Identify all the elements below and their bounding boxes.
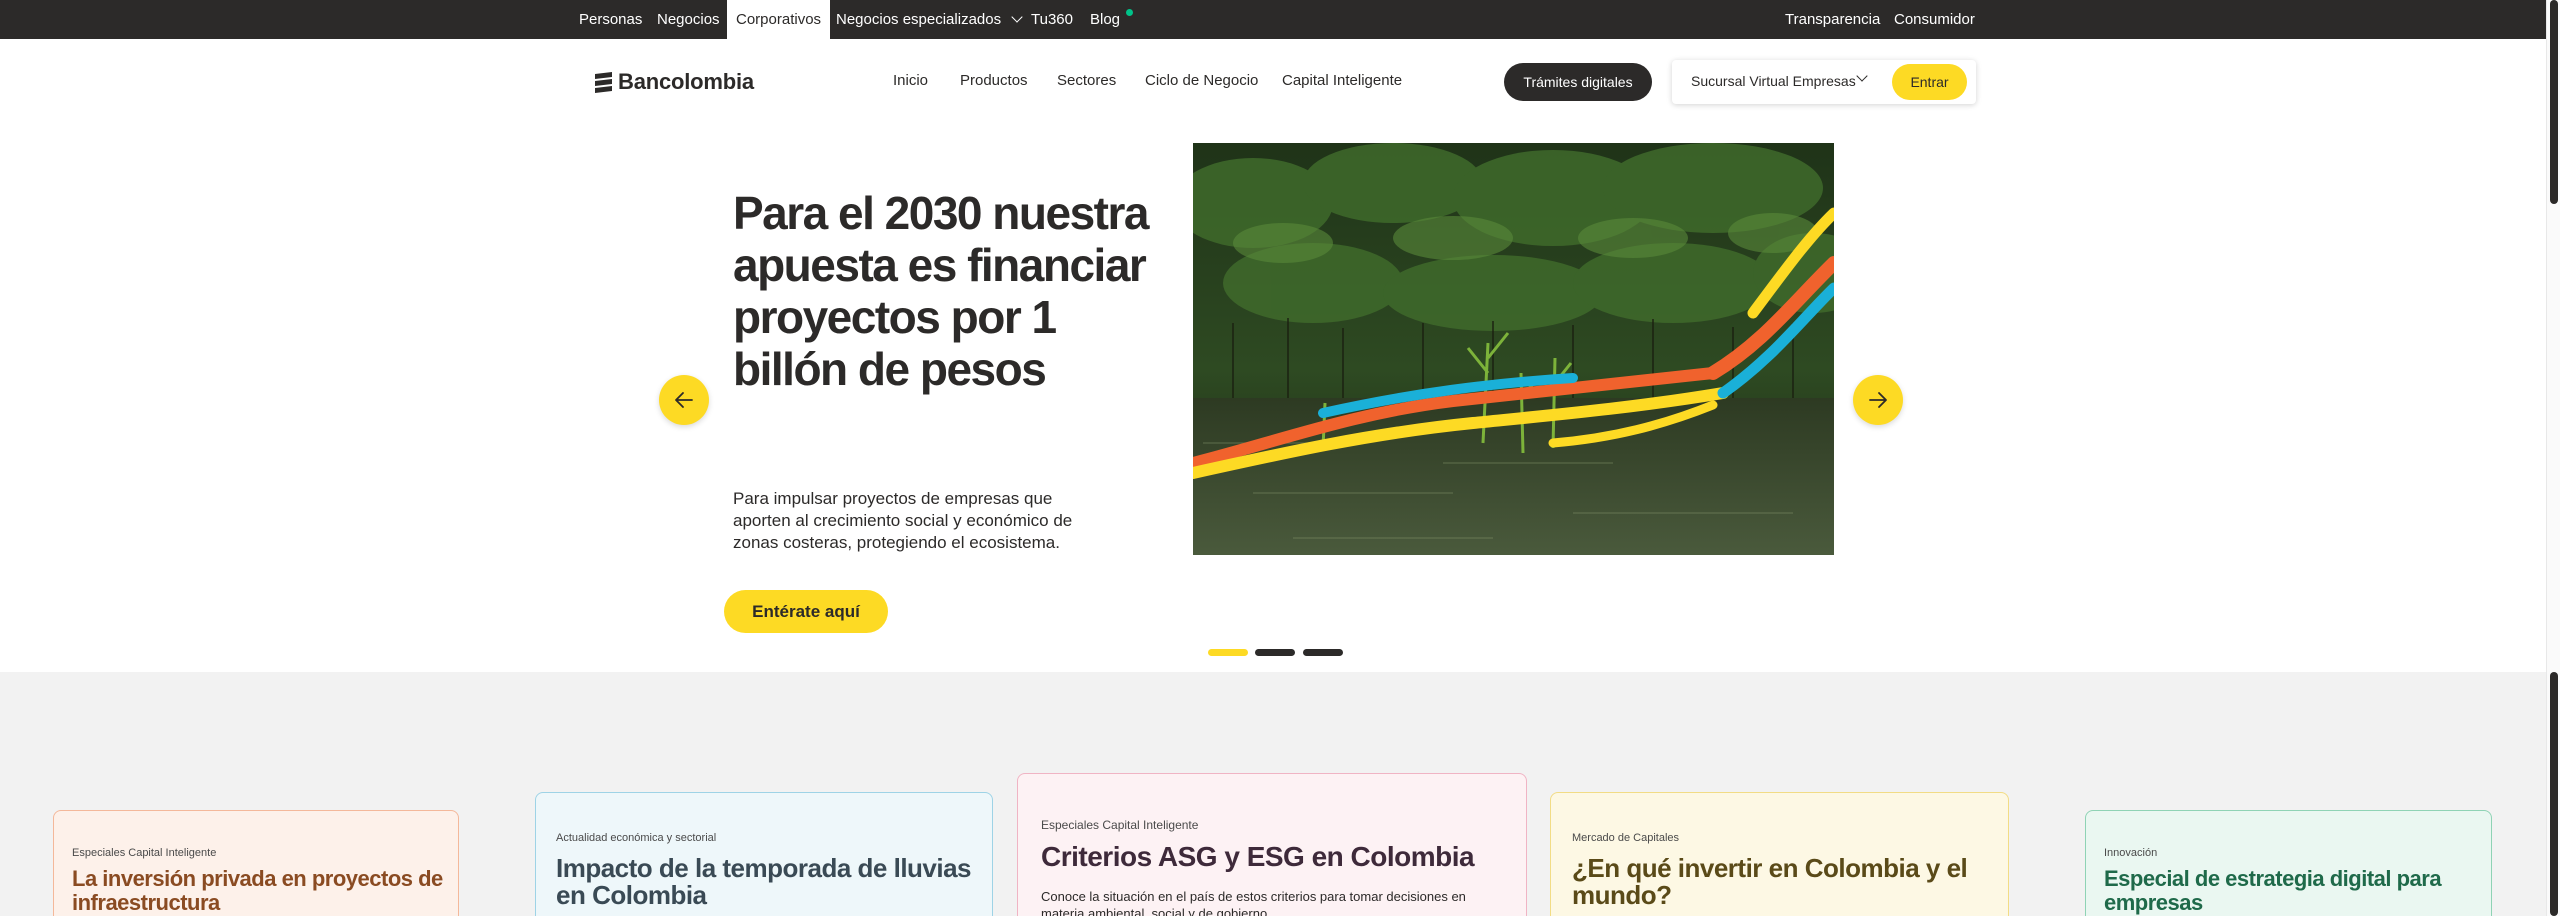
card-title[interactable]: Impacto de la temporada de lluvias en Co… [556, 855, 986, 909]
segment-negocios-especializados-label: Negocios especializados [836, 11, 1002, 28]
carousel-prev-button[interactable] [659, 375, 709, 425]
page-scrollbar[interactable] [2546, 0, 2560, 916]
logo-text: Bancolombia [618, 69, 754, 94]
article-card-invertir[interactable]: Mercado de Capitales ¿En qué invertir en… [1550, 792, 2009, 916]
card-category: Actualidad económica y sectorial [556, 832, 717, 844]
card-title[interactable]: Especial de estrategia digital para empr… [2104, 867, 2484, 915]
article-card-infraestructura[interactable]: Especiales Capital Inteligente La invers… [53, 810, 459, 916]
hero-title: Para el 2030 nuestra apuesta es financia… [733, 187, 1149, 395]
nav-ciclo-de-negocio[interactable]: Ciclo de Negocio [1145, 72, 1258, 89]
card-title[interactable]: ¿En qué invertir en Colombia y el mundo? [1572, 855, 2002, 909]
card-category: Especiales Capital Inteligente [1041, 818, 1199, 832]
chevron-down-icon [1011, 11, 1023, 23]
segment-negocios-especializados[interactable]: Negocios especializados [836, 0, 1023, 39]
card-category: Innovación [2104, 847, 2158, 859]
carousel-next-button[interactable] [1853, 375, 1903, 425]
segment-tu360[interactable]: Tu360 [1031, 0, 1073, 39]
segment-personas[interactable]: Personas [579, 0, 642, 39]
article-card-lluvias[interactable]: Actualidad económica y sectorial Impacto… [535, 792, 993, 916]
article-card-estrategia-digital[interactable]: Innovación Especial de estrategia digita… [2085, 810, 2492, 916]
segment-corporativos[interactable]: Corporativos [727, 0, 831, 39]
card-category: Mercado de Capitales [1572, 832, 1680, 844]
segment-bar: Personas Negocios Corporativos Negocios … [0, 0, 2560, 39]
hero-carousel: Para el 2030 nuestra apuesta es financia… [0, 125, 2560, 672]
main-header: Bancolombia Inicio Productos Sectores Ci… [0, 39, 2560, 125]
nav-inicio[interactable]: Inicio [893, 72, 928, 89]
card-description: Conoce la situación en el país de estos … [1041, 889, 1466, 916]
carousel-dot-1[interactable] [1208, 649, 1248, 656]
sucursal-virtual-box: Sucursal Virtual Empresas Entrar [1672, 60, 1976, 104]
bancolombia-logo[interactable]: Bancolombia [592, 69, 754, 95]
scrollbar-thumb[interactable] [2550, 0, 2558, 204]
link-consumidor[interactable]: Consumidor [1894, 0, 1975, 39]
sucursal-virtual-selector[interactable]: Sucursal Virtual Empresas [1691, 73, 1856, 89]
tramites-digitales-button[interactable]: Trámites digitales [1504, 63, 1652, 101]
article-card-criterios-asg[interactable]: Especiales Capital Inteligente Criterios… [1017, 773, 1527, 916]
arrow-left-icon [675, 392, 693, 408]
card-category: Especiales Capital Inteligente [72, 847, 217, 859]
new-indicator-dot [1126, 9, 1134, 16]
carousel-dot-3[interactable] [1303, 649, 1343, 656]
enterate-aqui-button[interactable]: Entérate aquí [724, 590, 888, 633]
entrar-button[interactable]: Entrar [1892, 64, 1967, 100]
segment-blog-label: Blog [1090, 11, 1121, 28]
arrow-right-icon [1869, 392, 1887, 408]
nav-sectores[interactable]: Sectores [1057, 72, 1116, 89]
card-title[interactable]: La inversión privada en proyectos de inf… [72, 867, 452, 915]
carousel-dot-2[interactable] [1255, 649, 1295, 656]
nav-capital-inteligente[interactable]: Capital Inteligente [1282, 72, 1402, 89]
link-transparencia[interactable]: Transparencia [1785, 0, 1880, 39]
chevron-down-icon[interactable] [1856, 70, 1868, 82]
nav-productos[interactable]: Productos [960, 72, 1028, 89]
hero-description: Para impulsar proyectos de empresas que … [733, 489, 1073, 552]
bancolombia-logo-icon [595, 72, 612, 93]
card-title[interactable]: Criterios ASG y ESG en Colombia [1041, 841, 1521, 873]
hero-image-mangroves [1193, 143, 1834, 555]
segment-blog[interactable]: Blog [1090, 0, 1134, 39]
segment-negocios[interactable]: Negocios [657, 0, 720, 39]
scrollbar-thumb-lower[interactable] [2550, 672, 2558, 916]
